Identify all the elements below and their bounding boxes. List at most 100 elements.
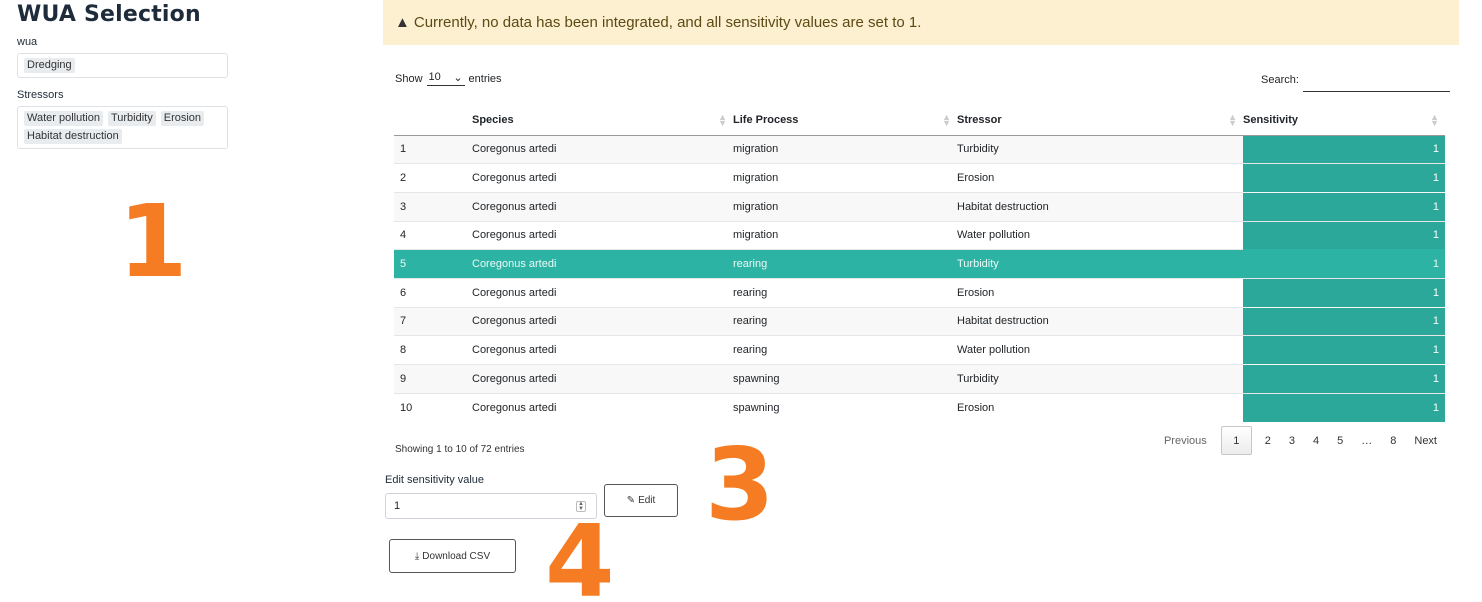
species-cell: Coregonus artedi [472,364,733,394]
row-index: 6 [394,277,472,308]
sensitivity-cell: 1 [1243,335,1445,365]
data-table: Species ▲ ▼ Life Process ▲ ▼ Stressor ▲ ▼ Sens… [394,106,1445,422]
annotation-1: 1 [118,183,188,300]
stressor-tag[interactable]: Water pollution [24,111,103,126]
length-value: 10 [428,71,441,83]
warning-alert: ▲ Currently, no data has been integrated… [383,0,1459,45]
row-index: 3 [394,191,472,222]
stressor-cell: Turbidity [957,364,1243,394]
show-label: Show [395,72,423,85]
chevron-down-icon: ⌄ [453,72,463,84]
life-process-cell: migration [733,134,957,164]
next-button[interactable]: Next [1405,426,1446,455]
column-header-life-process[interactable]: Life Process ▲ ▼ [733,106,957,136]
page-button[interactable]: 5 [1328,426,1352,455]
species-cell: Coregonus artedi [472,277,733,308]
sensitivity-input[interactable]: 1 ▲ ▼ [385,493,597,519]
row-index: 5 [394,249,472,279]
row-index: 10 [394,392,472,422]
stressor-tag[interactable]: Turbidity [107,111,156,126]
row-index: 8 [394,335,472,365]
table-row[interactable]: 5 Coregonus artedi rearing Turbidity 1 [394,249,1445,279]
sort-icon: ▲ ▼ [942,112,951,128]
annotation-4: 4 [545,503,615,602]
column-header-label: Sensitivity [1243,114,1299,127]
life-process-cell: migration [733,220,957,250]
stressor-cell: Erosion [957,392,1243,422]
table-row[interactable]: 4 Coregonus artedi migration Water pollutio… [394,220,1445,250]
table-row[interactable]: 6 Coregonus artedi rearing Erosion 1 [394,277,1445,308]
sort-icon: ▲ ▼ [1228,112,1237,128]
table-row[interactable]: 9 Coregonus artedi spawning Turbidity 1 [394,364,1445,394]
row-index: 4 [394,220,472,250]
page-button[interactable]: 3 [1280,426,1304,455]
edit-button-label: Edit [638,495,656,506]
table-row[interactable]: 2 Coregonus artedi migration Erosion 1 [394,163,1445,193]
wua-tag[interactable]: Dredging [24,58,75,73]
stressor-cell: Erosion [957,277,1243,308]
wua-label: wua [17,36,38,48]
table-row[interactable]: 7 Coregonus artedi rearing Habitat destruct… [394,306,1445,336]
stressor-cell: Habitat destruction [957,191,1243,222]
search-label: Search: [1261,74,1299,86]
sort-icon: ▲ ▼ [718,112,727,128]
search-input[interactable] [1302,74,1450,92]
row-index: 2 [394,163,472,193]
show-entries: Show 10 ⌄ entries [395,71,502,86]
column-header-label: Species [472,114,514,127]
stressor-cell: Turbidity [957,134,1243,164]
page-button[interactable]: 2 [1256,426,1280,455]
sidebar: WUA Selection wua Dredging Stressors Wat… [17,0,229,149]
species-cell: Coregonus artedi [472,134,733,164]
pagination-ellipsis: … [1361,434,1373,447]
sensitivity-cell: 1 [1243,277,1445,308]
stressors-label: Stressors [17,89,64,101]
column-header-stressor[interactable]: Stressor ▲ ▼ [957,106,1243,136]
life-process-cell: spawning [733,364,957,394]
spinner-icon[interactable]: ▲ ▼ [576,501,586,512]
life-process-cell: migration [733,163,957,193]
wua-select[interactable]: Dredging [17,53,228,78]
species-cell: Coregonus artedi [472,220,733,250]
sensitivity-cell: 1 [1243,134,1445,164]
species-cell: Coregonus artedi [472,306,733,336]
edit-sensitivity-label: Edit sensitivity value [385,474,485,486]
sensitivity-cell: 1 [1243,249,1445,279]
stressor-tag[interactable]: Habitat destruction [24,129,122,144]
edit-button[interactable]: ✎ Edit [604,484,678,517]
table-row[interactable]: 1 Coregonus artedi migration Turbidity 1 [394,134,1445,164]
row-index: 1 [394,134,472,164]
sensitivity-cell: 1 [1243,306,1445,336]
sidebar-title: WUA Selection [17,2,201,27]
table-row[interactable]: 3 Coregonus artedi migration Habitat destru… [394,191,1445,222]
column-header-sensitivity[interactable]: Sensitivity ▲ ▼ [1243,106,1445,136]
sensitivity-input-value: 1 [394,500,401,512]
download-csv-button[interactable]: ⤓ Download CSV [389,539,516,573]
table-info: Showing 1 to 10 of 72 entries [395,444,525,455]
life-process-cell: rearing [733,277,957,308]
annotation-3: 3 [705,426,775,543]
search: Search: [1261,74,1450,92]
stressor-tag[interactable]: Erosion [160,111,205,126]
stressor-cell: Turbidity [957,249,1243,279]
entries-length-select[interactable]: 10 ⌄ [426,71,465,86]
entries-label: entries [468,72,502,85]
column-header-index [394,106,472,136]
life-process-cell: rearing [733,335,957,365]
stressor-cell: Erosion [957,163,1243,193]
column-header-species[interactable]: Species ▲ ▼ [472,106,733,136]
life-process-cell: migration [733,191,957,222]
page-button-current[interactable]: 1 [1220,426,1252,455]
stressors-select[interactable]: Water pollution Turbidity Erosion Habita… [17,106,228,149]
table-row[interactable]: 10 Coregonus artedi spawning Erosion 1 [394,392,1445,422]
page-button[interactable]: 8 [1381,426,1405,455]
life-process-cell: rearing [733,249,957,279]
page-button[interactable]: 4 [1304,426,1328,455]
previous-button[interactable]: Previous [1154,426,1217,455]
table-row[interactable]: 8 Coregonus artedi rearing Water pollution 1 [394,335,1445,365]
sensitivity-cell: 1 [1243,163,1445,193]
warning-triangle-icon: ▲ [395,14,410,31]
sort-icon: ▲ ▼ [1430,112,1439,128]
sensitivity-cell: 1 [1243,392,1445,422]
life-process-cell: rearing [733,306,957,336]
